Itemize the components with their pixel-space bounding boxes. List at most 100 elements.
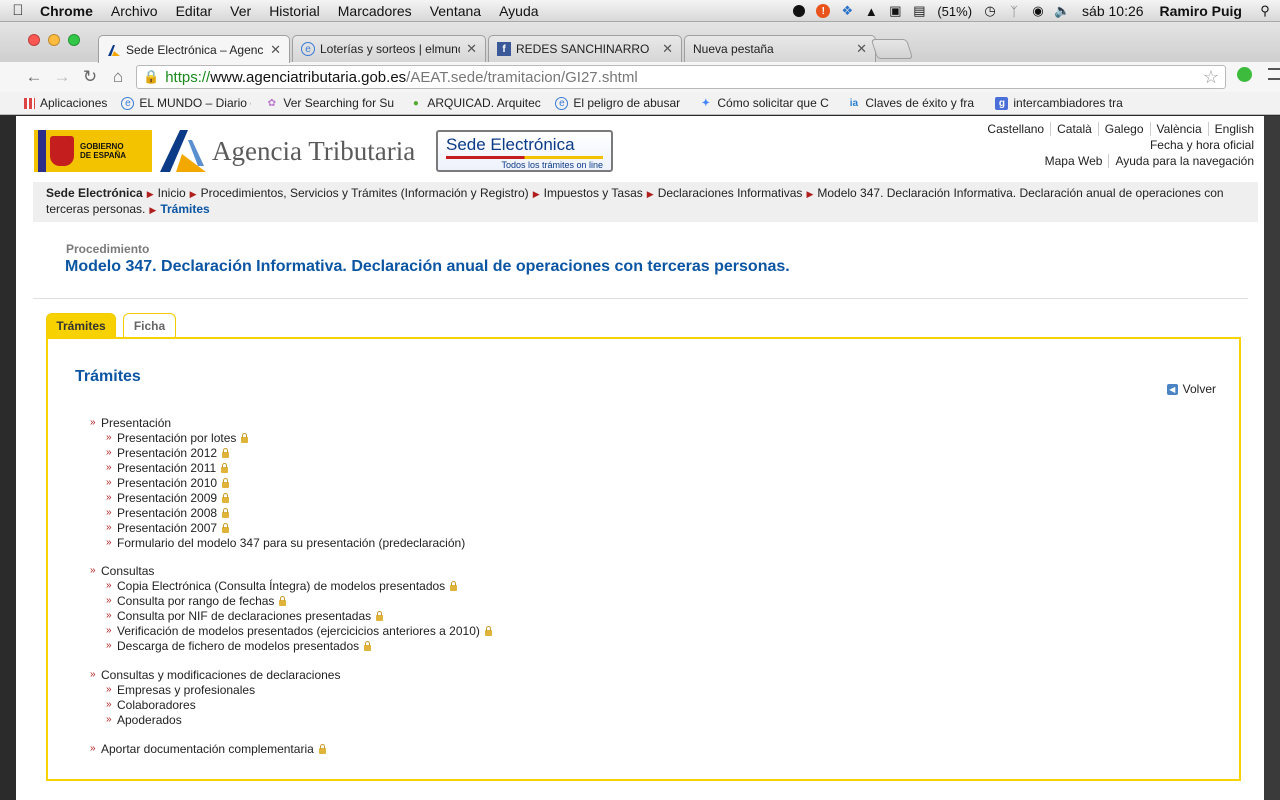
volume-icon[interactable]: 🔈 xyxy=(1050,0,1074,22)
tramite-link[interactable]: » Colaboradores xyxy=(90,697,340,712)
padlock-icon xyxy=(318,743,326,754)
window-minimize-icon[interactable] xyxy=(48,34,60,46)
mapa-web-link[interactable]: Mapa Web xyxy=(1039,154,1109,168)
bookmark-item[interactable]: g intercambiadores tra xyxy=(995,96,1131,110)
window-close-icon[interactable] xyxy=(28,34,40,46)
tramite-link[interactable]: » Presentación 2010 xyxy=(90,475,465,490)
double-chevron-icon: » xyxy=(90,565,96,576)
bluetooth-icon[interactable]: ᛉ xyxy=(1002,0,1026,22)
tramite-label: Consulta por NIF de declaraciones presen… xyxy=(117,608,372,623)
alert-icon[interactable]: ! xyxy=(811,0,835,22)
tramite-link[interactable]: » Presentación 2012 xyxy=(90,445,465,460)
clock[interactable]: sáb 10:26 xyxy=(1074,3,1152,19)
gobierno-logo[interactable]: GOBIERNO DE ESPAÑA xyxy=(34,130,152,172)
menu-ver[interactable]: Ver xyxy=(221,3,260,19)
browser-tab-active[interactable]: Sede Electrónica – Agencia ✕ xyxy=(98,35,290,63)
breadcrumb-item[interactable]: Inicio xyxy=(158,186,186,200)
menu-historial[interactable]: Historial xyxy=(260,3,329,19)
breadcrumb-item[interactable]: Sede Electrónica xyxy=(46,186,143,200)
bookmark-item[interactable]: ● ARQUICAD. Arquitec xyxy=(409,96,541,110)
tramite-link[interactable]: » Presentación 2009 xyxy=(90,490,465,505)
tab-close-icon[interactable]: ✕ xyxy=(856,41,867,57)
tramite-link[interactable]: » Empresas y profesionales xyxy=(90,682,340,697)
new-tab-button[interactable] xyxy=(870,39,914,59)
tramite-link[interactable]: » Presentación por lotes xyxy=(90,430,465,445)
lang-castellano[interactable]: Castellano xyxy=(981,122,1050,136)
back-arrow-icon[interactable]: ← xyxy=(20,67,48,87)
tab-ficha[interactable]: Ficha xyxy=(123,313,176,338)
activity-icon[interactable]: ▤ xyxy=(907,0,931,22)
lock-icon[interactable]: 🔒 xyxy=(143,69,159,85)
lang-galego[interactable]: Galego xyxy=(1097,122,1150,136)
lang-catala[interactable]: Català xyxy=(1050,122,1098,136)
double-chevron-icon: » xyxy=(106,477,112,488)
group-head[interactable]: » Presentación xyxy=(90,415,465,430)
tramite-link[interactable]: » Consulta por NIF de declaraciones prese… xyxy=(90,608,492,623)
bookmark-item[interactable]: ✿ Ver Searching for Su xyxy=(265,96,395,110)
bookmark-star-icon[interactable]: ☆ xyxy=(1203,67,1219,88)
tramite-link[interactable]: » Presentación 2008 xyxy=(90,505,465,520)
lang-valencia[interactable]: València xyxy=(1149,122,1208,136)
menu-app-name[interactable]: Chrome xyxy=(36,3,102,19)
double-chevron-icon: » xyxy=(106,522,112,533)
status-dot-icon[interactable] xyxy=(787,0,811,22)
volver-link[interactable]: ◀ Volver xyxy=(1166,382,1216,396)
tramite-label: Presentación por lotes xyxy=(117,430,237,445)
ayuda-navegacion-link[interactable]: Ayuda para la navegación xyxy=(1108,154,1254,168)
browser-tab[interactable]: f REDES SANCHINARRO ✕ xyxy=(488,35,682,62)
bookmark-item[interactable]: Aplicaciones xyxy=(24,96,107,110)
drive-icon[interactable]: ▲ xyxy=(859,0,883,22)
menu-ventana[interactable]: Ventana xyxy=(421,3,490,19)
group-head[interactable]: » Aportar documentación complementaria xyxy=(90,741,326,756)
double-chevron-icon: » xyxy=(106,699,112,710)
tab-tramites[interactable]: Trámites xyxy=(46,313,116,338)
group-head[interactable]: » Consultas xyxy=(90,563,492,578)
breadcrumb-item[interactable]: Procedimientos, Servicios y Trámites (In… xyxy=(201,186,529,200)
tramite-link[interactable]: » Descarga de fichero de modelos presenta… xyxy=(90,638,492,653)
tramite-link[interactable]: » Presentación 2011 xyxy=(90,460,465,475)
bookmark-item[interactable]: ✦ Cómo solicitar que C xyxy=(699,96,833,110)
menu-archivo[interactable]: Archivo xyxy=(102,3,167,19)
wifi-icon[interactable]: ◉ xyxy=(1026,0,1050,22)
tab-close-icon[interactable]: ✕ xyxy=(466,41,477,57)
battery-percent[interactable]: (51%) xyxy=(931,4,978,19)
menu-marcadores[interactable]: Marcadores xyxy=(329,3,421,19)
group-head[interactable]: » Consultas y modificaciones de declaraci… xyxy=(90,667,340,682)
dropbox-icon[interactable]: ❖ xyxy=(835,0,859,22)
tramite-link[interactable]: » Presentación 2007 xyxy=(90,520,465,535)
tramite-link[interactable]: » Apoderados xyxy=(90,712,340,727)
sede-electronica-logo[interactable]: Sede Electrónica Todos los trámites on l… xyxy=(436,130,613,172)
tab-close-icon[interactable]: ✕ xyxy=(270,42,281,58)
browser-tab[interactable]: Nueva pestaña ✕ xyxy=(684,35,876,62)
extension-icon[interactable] xyxy=(1237,67,1252,82)
double-chevron-icon: » xyxy=(90,669,96,680)
tramite-link[interactable]: » Formulario del modelo 347 para su prese… xyxy=(90,535,465,550)
address-bar[interactable]: 🔒 https://www.agenciatributaria.gob.es/A… xyxy=(136,65,1226,89)
home-icon[interactable]: ⌂ xyxy=(104,67,132,87)
tramite-link[interactable]: » Copia Electrónica (Consulta Íntegra) de… xyxy=(90,578,492,593)
time-machine-icon[interactable]: ◷ xyxy=(978,0,1002,22)
user-name[interactable]: Ramiro Puig xyxy=(1152,3,1250,19)
breadcrumb-item[interactable]: Declaraciones Informativas xyxy=(658,186,803,200)
bookmark-item[interactable]: ia Claves de éxito y fra xyxy=(847,96,981,110)
forward-arrow-icon[interactable]: → xyxy=(48,67,76,87)
facebook-favicon-icon: f xyxy=(497,42,511,56)
fecha-hora-link[interactable]: Fecha y hora oficial xyxy=(1150,138,1254,152)
menu-ayuda[interactable]: Ayuda xyxy=(490,3,547,19)
tramite-link[interactable]: » Consulta por rango de fechas xyxy=(90,593,492,608)
spotlight-search-icon[interactable]: ⚲ xyxy=(1250,0,1280,22)
window-zoom-icon[interactable] xyxy=(68,34,80,46)
tab-close-icon[interactable]: ✕ xyxy=(662,41,673,57)
browser-tab[interactable]: e Loterías y sorteos | elmund ✕ xyxy=(292,35,486,62)
bookmark-item[interactable]: e EL MUNDO – Diario c xyxy=(121,96,251,110)
bookmark-item[interactable]: e El peligro de abusar xyxy=(555,96,685,110)
tramite-link[interactable]: » Verificación de modelos presentados (ej… xyxy=(90,623,492,638)
agencia-tributaria-logo[interactable]: Agencia Tributaria xyxy=(158,128,415,174)
evernote-icon[interactable]: ▣ xyxy=(883,0,907,22)
lang-english[interactable]: English xyxy=(1207,122,1254,136)
chrome-menu-icon[interactable] xyxy=(1268,68,1280,80)
apple-menu-icon[interactable]:  xyxy=(0,2,36,19)
breadcrumb-item[interactable]: Impuestos y Tasas xyxy=(544,186,643,200)
menu-editar[interactable]: Editar xyxy=(167,3,222,19)
reload-icon[interactable]: ↻ xyxy=(76,67,104,87)
